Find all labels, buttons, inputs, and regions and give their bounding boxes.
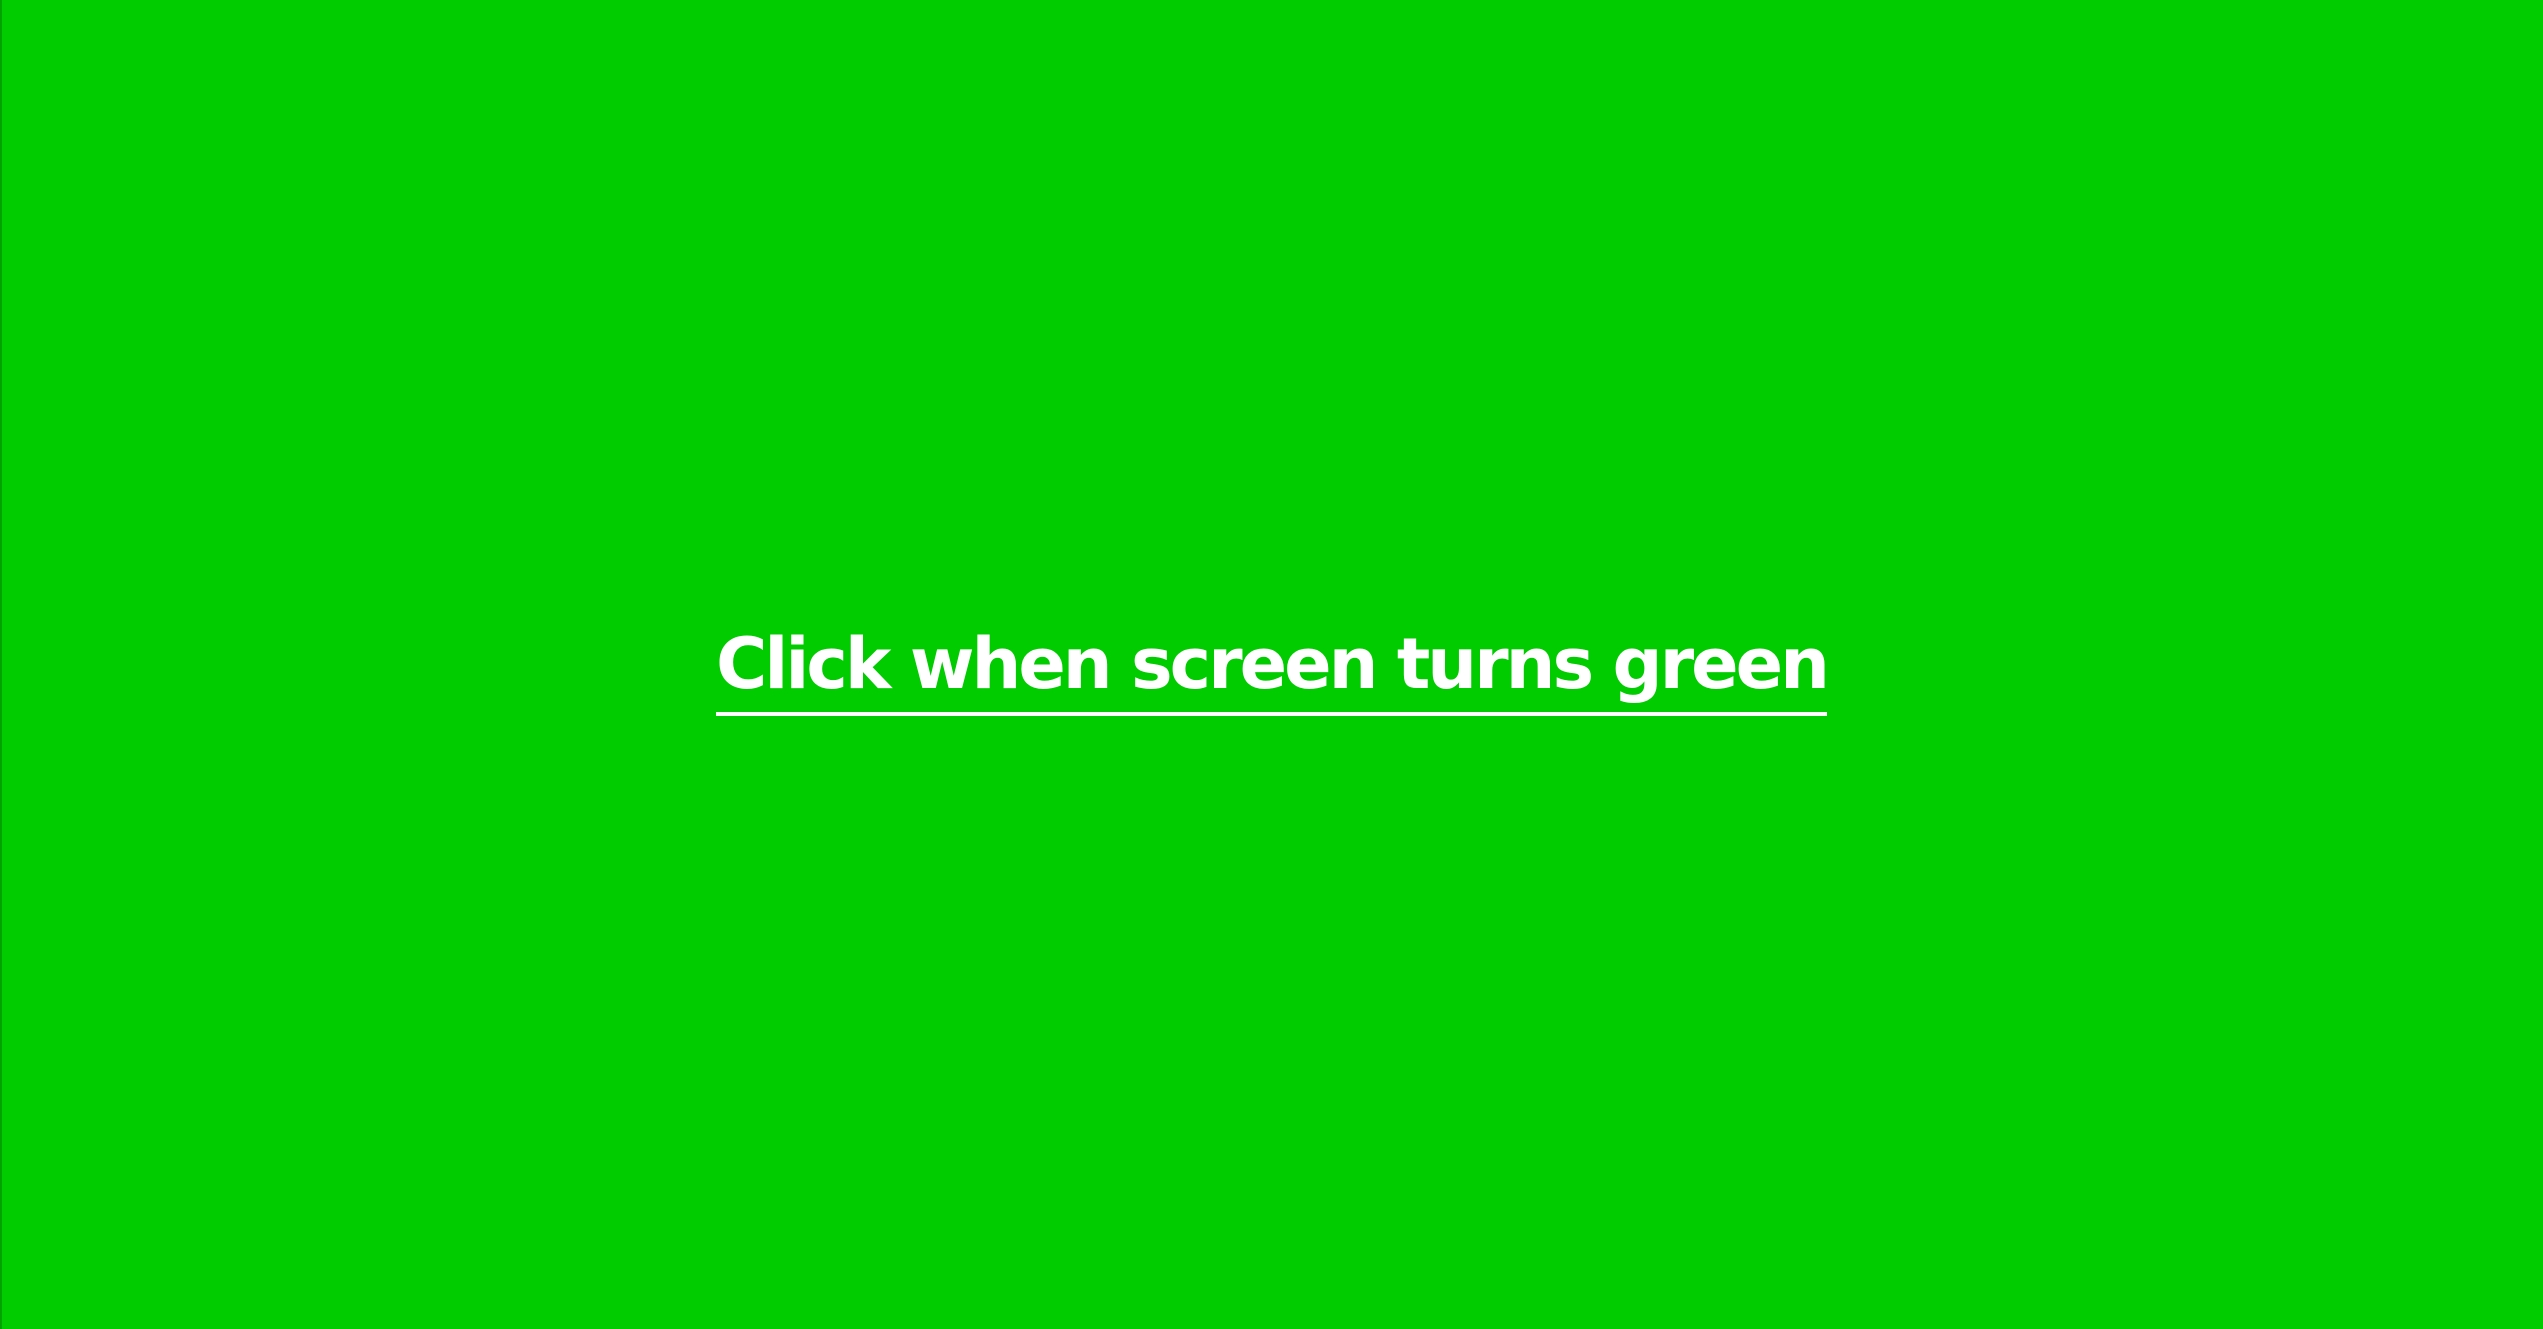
prompt-container: Click when screen turns green xyxy=(0,622,2543,716)
prompt-text: Click when screen turns green xyxy=(716,622,1830,716)
reaction-test-screen[interactable]: Click when screen turns green xyxy=(0,0,2543,1329)
